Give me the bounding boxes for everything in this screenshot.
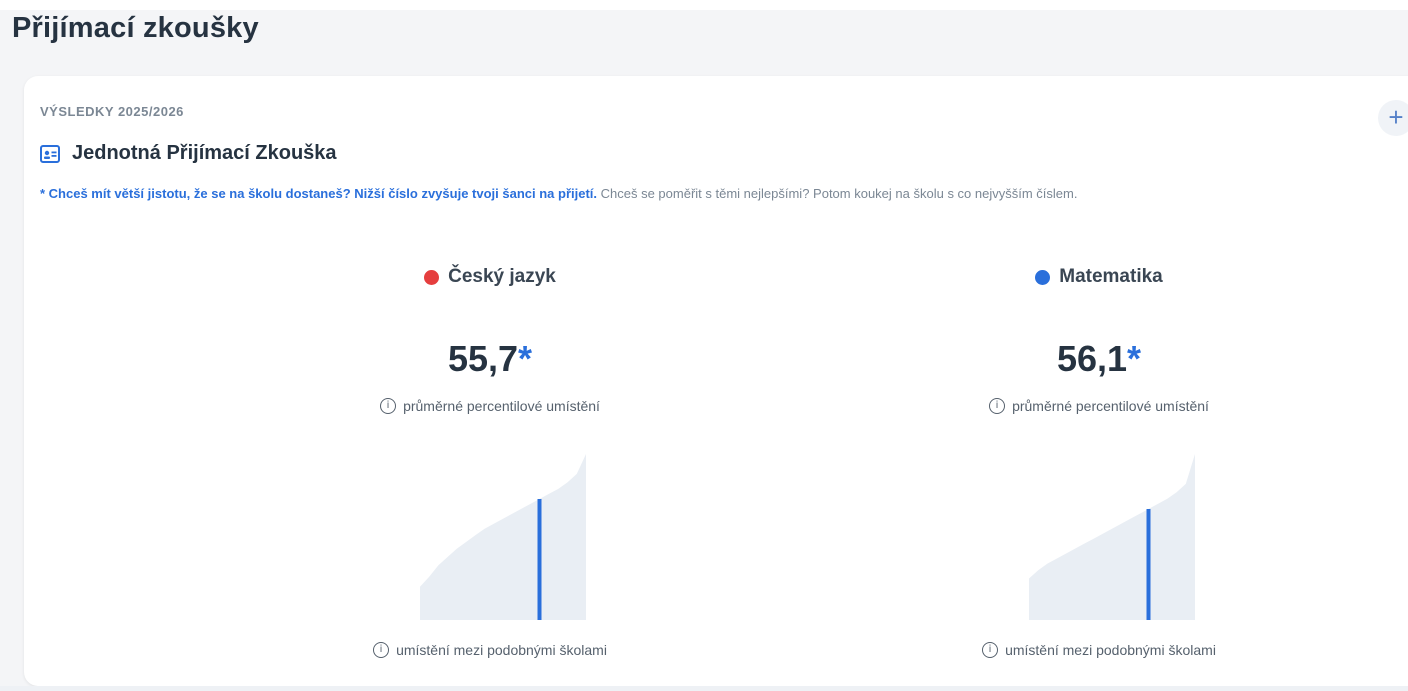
distribution-svg: [1029, 453, 1195, 620]
subject-czech: Český jazyk 55,7* i průměrné percentilov…: [250, 266, 730, 658]
top-strip: [0, 0, 1408, 10]
score-value: 56,1: [1056, 337, 1128, 379]
score-value: 55,7: [447, 337, 519, 379]
subject-dot: [1035, 269, 1051, 285]
exam-title: Jednotná Přijímací Zkouška: [72, 142, 337, 164]
position-label-text: umístění mezi podobnými školami: [1005, 641, 1216, 658]
distribution-area: [420, 453, 586, 620]
position-label[interactable]: i umístění mezi podobnými školami: [373, 641, 607, 658]
subject-name: Matematika: [1059, 266, 1163, 287]
position-label-text: umístění mezi podobnými školami: [396, 641, 607, 658]
metric-label[interactable]: i průměrné percentilové umístění: [989, 397, 1209, 414]
id-card-icon: [40, 144, 60, 163]
subject-dot: [424, 269, 440, 285]
score-star: *: [1127, 337, 1142, 379]
distribution-chart: [999, 453, 1199, 620]
subject-score: 56,1*: [859, 338, 1339, 380]
note-highlight: * Chceš mít větší jistotu, že se na škol…: [40, 186, 598, 201]
exam-note: * Chceš mít větší jistotu, že se na škol…: [40, 182, 1400, 205]
info-icon: i: [982, 641, 999, 658]
add-button[interactable]: +: [1378, 100, 1408, 136]
subject-name: Český jazyk: [448, 266, 556, 287]
page-title: Přijímací zkoušky: [12, 12, 259, 44]
subject-label: Český jazyk: [424, 266, 556, 288]
exam-header: Jednotná Přijímací Zkouška: [40, 142, 337, 165]
info-icon: i: [373, 641, 390, 658]
distribution-chart: [390, 453, 590, 620]
note-rest: Chceš se poměřit s těmi nejlepšími? Poto…: [597, 186, 1078, 201]
distribution-area: [1029, 453, 1195, 620]
bottom-divider: [0, 686, 1408, 691]
info-icon: i: [989, 397, 1006, 414]
subject-math: Matematika 56,1* i průměrné percentilové…: [859, 266, 1339, 658]
score-star: *: [518, 337, 533, 379]
subject-label: Matematika: [1035, 266, 1163, 288]
position-label[interactable]: i umístění mezi podobnými školami: [982, 641, 1216, 658]
info-icon: i: [380, 397, 397, 414]
subject-score: 55,7*: [250, 338, 730, 380]
results-card: VÝSLEDKY 2025/2026 + Jednotná Přijímací …: [24, 76, 1408, 686]
metric-label-text: průměrné percentilové umístění: [1012, 397, 1209, 414]
metric-label-text: průměrné percentilové umístění: [403, 397, 600, 414]
results-overline: VÝSLEDKY 2025/2026: [40, 104, 184, 119]
metric-label[interactable]: i průměrné percentilové umístění: [380, 397, 600, 414]
page-background: Přijímací zkoušky VÝSLEDKY 2025/2026 + J…: [0, 0, 1408, 691]
distribution-svg: [420, 453, 586, 620]
